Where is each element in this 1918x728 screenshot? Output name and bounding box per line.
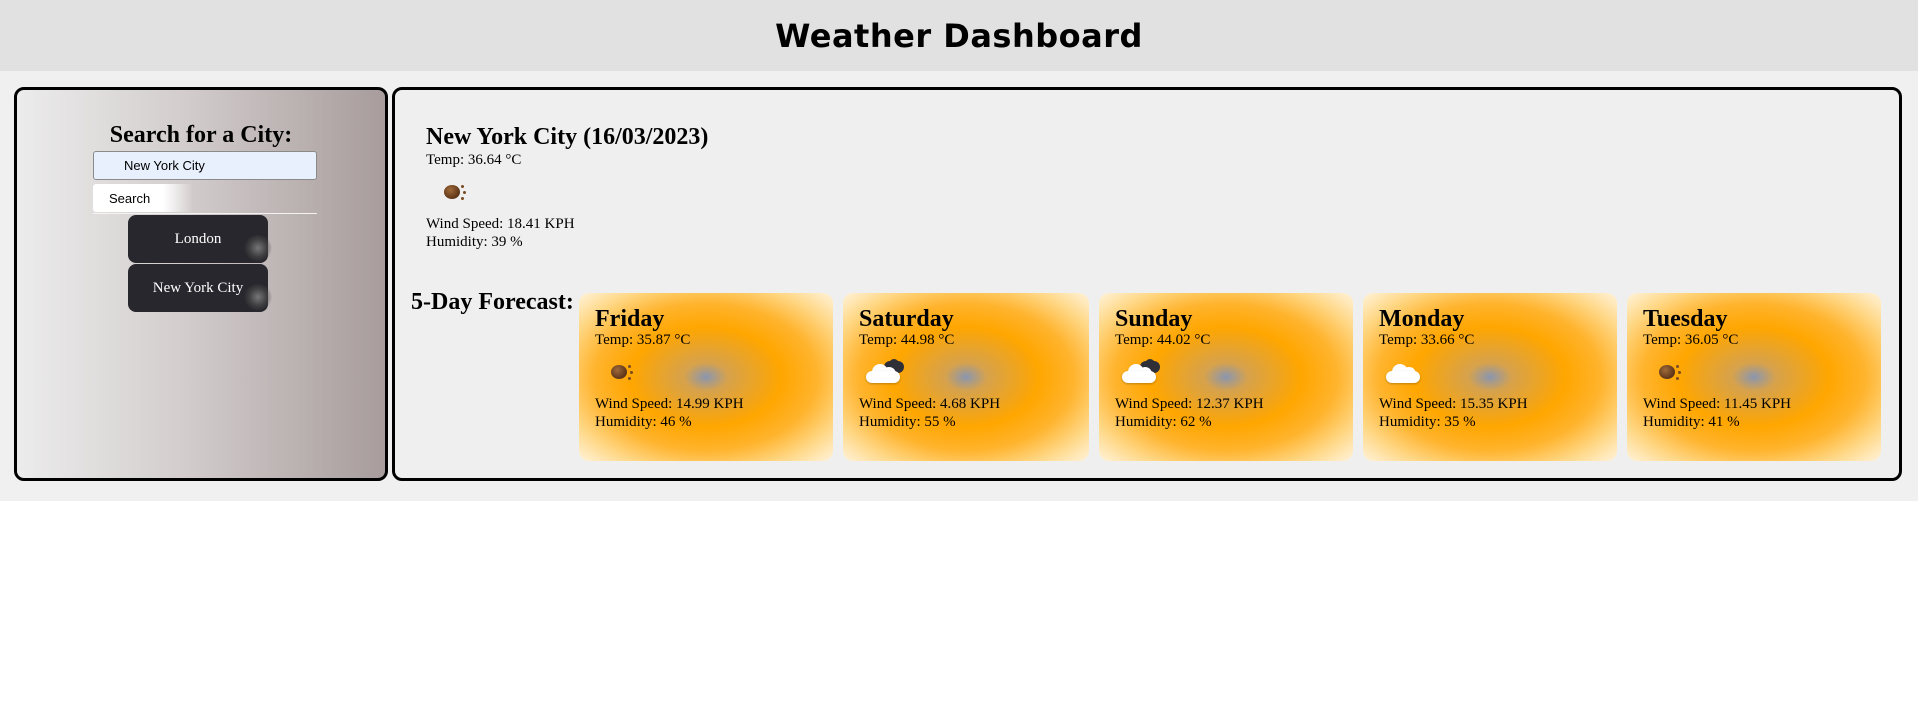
forecast-humidity: Humidity: 41 %: [1643, 414, 1740, 430]
history-button-london[interactable]: London: [128, 215, 272, 263]
current-wind: Wind Speed: 18.41 KPH: [426, 216, 575, 232]
forecast-wind: Wind Speed: 11.45 KPH: [1643, 396, 1792, 412]
button-shadow: [244, 235, 272, 261]
forecast-card-sunday: Sunday Temp: 44.02 °C Wind Speed: 12.37 …: [1099, 293, 1353, 461]
search-heading: Search for a City:: [109, 122, 293, 148]
history-button-label: London: [174, 230, 222, 247]
forecast-day: Sunday: [1115, 306, 1193, 332]
broken-clouds-icon: [1115, 349, 1165, 395]
current-weather: New York City (16/03/2023) Temp: 36.64 °…: [426, 123, 708, 251]
clear-sun-icon: [595, 349, 645, 395]
cloud-icon: [1379, 349, 1429, 395]
forecast-humidity: Humidity: 46 %: [595, 414, 692, 430]
current-temp: Temp: 36.64 °C: [426, 152, 522, 168]
forecast-humidity: Humidity: 62 %: [1115, 414, 1212, 430]
page-title: Weather Dashboard: [775, 16, 1143, 55]
forecast-card-friday: Friday Temp: 35.87 °C Wind Speed: 14.99 …: [579, 293, 833, 461]
forecast-temp: Temp: 44.02 °C: [1115, 332, 1211, 348]
clear-sun-icon: [428, 169, 478, 215]
forecast-wind: Wind Speed: 15.35 KPH: [1379, 396, 1528, 412]
forecast-temp: Temp: 36.05 °C: [1643, 332, 1739, 348]
history-button-new-york-city[interactable]: New York City: [128, 264, 272, 312]
button-shadow: [244, 284, 272, 310]
forecast-wind: Wind Speed: 14.99 KPH: [595, 396, 744, 412]
forecast-humidity: Humidity: 55 %: [859, 414, 956, 430]
app-header: Weather Dashboard: [0, 0, 1918, 71]
city-search-input[interactable]: [93, 151, 317, 180]
forecast-day: Tuesday: [1643, 306, 1728, 332]
current-humidity: Humidity: 39 %: [426, 234, 523, 250]
history-button-label: New York City: [152, 279, 244, 296]
forecast-day: Friday: [595, 306, 665, 332]
forecast-temp: Temp: 44.98 °C: [859, 332, 955, 348]
forecast-card-tuesday: Tuesday Temp: 36.05 °C Wind Speed: 11.45…: [1627, 293, 1881, 461]
forecast-card-saturday: Saturday Temp: 44.98 °C Wind Speed: 4.68…: [843, 293, 1089, 461]
search-divider: [93, 213, 317, 214]
broken-clouds-icon: [859, 349, 909, 395]
forecast-day: Monday: [1379, 306, 1465, 332]
forecast-wind: Wind Speed: 12.37 KPH: [1115, 396, 1264, 412]
forecast-temp: Temp: 33.66 °C: [1379, 332, 1475, 348]
forecast-temp: Temp: 35.87 °C: [595, 332, 691, 348]
content-area: Search for a City: Search London New Yor…: [0, 71, 1918, 501]
clear-sun-icon: [1643, 349, 1693, 395]
search-sidebar: Search for a City: Search London New Yor…: [14, 87, 388, 481]
forecast-heading: 5-Day Forecast:: [411, 289, 574, 315]
forecast-day: Saturday: [859, 306, 954, 332]
forecast-humidity: Humidity: 35 %: [1379, 414, 1476, 430]
forecast-wind: Wind Speed: 4.68 KPH: [859, 396, 1001, 412]
current-city-title: New York City (16/03/2023): [426, 124, 709, 150]
forecast-card-monday: Monday Temp: 33.66 °C Wind Speed: 15.35 …: [1363, 293, 1617, 461]
search-button[interactable]: Search: [93, 184, 193, 212]
weather-panel: New York City (16/03/2023) Temp: 36.64 °…: [392, 87, 1902, 481]
